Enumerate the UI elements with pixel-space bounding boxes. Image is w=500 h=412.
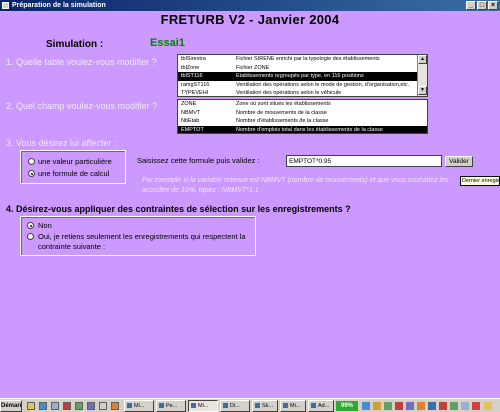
minimize-button[interactable]: _ bbox=[466, 1, 476, 10]
tray-app-icon[interactable] bbox=[472, 402, 480, 410]
table-code: ramgST116 bbox=[181, 81, 210, 88]
taskbar: Démarrer Mi... Pe... Mi... Di... Sk... M… bbox=[0, 398, 500, 412]
taskbar-window-button[interactable]: Mi... bbox=[280, 400, 306, 412]
table-description: Ventilation des opérations selon le véhi… bbox=[236, 90, 342, 96]
field-code: ZONE bbox=[181, 101, 197, 107]
tray-app-icon[interactable] bbox=[417, 402, 425, 410]
formula-input[interactable] bbox=[286, 155, 442, 167]
validate-button[interactable]: Valider bbox=[445, 156, 473, 167]
field-listbox[interactable]: ZONE Zone où sont situés les établisseme… bbox=[177, 99, 428, 134]
app-icon bbox=[2, 2, 9, 9]
tray-volume-icon[interactable] bbox=[461, 402, 469, 410]
window-titlebar[interactable]: Préparation de la simulation _ □ × bbox=[0, 0, 500, 11]
tray-app-icon[interactable] bbox=[484, 402, 492, 410]
table-description: Ventilation des opérations selon le mode… bbox=[236, 81, 410, 88]
radio-button[interactable] bbox=[28, 158, 35, 165]
field-description: Nombre d'établissements de la classe bbox=[236, 118, 329, 124]
simulation-name: Essai1 bbox=[150, 37, 185, 49]
field-row[interactable]: NBMVT Nombre de mouvements de la classe bbox=[178, 109, 427, 118]
table-row-selected[interactable]: tblST116 Etablissements regroupés par ty… bbox=[178, 72, 419, 81]
field-description: Nombre d'emplois total dans les établiss… bbox=[236, 126, 383, 133]
field-description: Nombre de mouvements de la classe bbox=[236, 109, 327, 116]
table-row[interactable]: ramgST116 Ventilation des opérations sel… bbox=[178, 81, 419, 90]
field-row[interactable]: ZONE Zone où sont situés les établisseme… bbox=[178, 100, 427, 109]
quick-launch-app-icon[interactable] bbox=[111, 402, 119, 410]
simulation-label: Simulation : bbox=[46, 39, 104, 50]
field-row-selected[interactable]: EMPTOT Nombre d'emplois total dans les é… bbox=[178, 125, 427, 133]
question-3-label: 3. Vous désirez lui affecter : bbox=[6, 138, 117, 148]
radio-button[interactable] bbox=[27, 233, 34, 240]
table-description: Fichier SIRENE enrichi par la typologie … bbox=[236, 56, 380, 62]
question-1-label: 1. Quelle table voulez-vous modifier ? bbox=[6, 57, 157, 67]
tray-app-icon[interactable] bbox=[428, 402, 436, 410]
table-listbox[interactable]: tblSirextra Fichier SIRENE enrichi par l… bbox=[177, 54, 428, 97]
taskbar-window-button[interactable]: Di... bbox=[220, 400, 250, 412]
table-code: tblST116 bbox=[181, 73, 203, 79]
app-title: FRETURB V2 - Janvier 2004 bbox=[160, 12, 340, 27]
option-label: une valeur particulière bbox=[38, 157, 112, 166]
window-title: Préparation de la simulation bbox=[12, 2, 106, 9]
quick-launch-browser-icon[interactable] bbox=[39, 402, 47, 410]
table-row[interactable]: tblZone Fichier ZONE bbox=[178, 64, 419, 73]
option-label: une formule de calcul bbox=[38, 169, 110, 178]
tray-app-icon[interactable] bbox=[373, 402, 381, 410]
option-particular-value[interactable]: une valeur particulière bbox=[28, 157, 112, 166]
field-code: NbEtab bbox=[181, 118, 200, 124]
option-label: Oui, je retiens seulement les enregistre… bbox=[38, 232, 246, 251]
taskbar-window-button[interactable]: Ad... bbox=[308, 400, 334, 412]
tray-app-icon[interactable] bbox=[450, 402, 458, 410]
taskbar-window-button[interactable]: Sk... bbox=[252, 400, 278, 412]
quick-launch-app-icon[interactable] bbox=[63, 402, 71, 410]
quick-launch-app-icon[interactable] bbox=[87, 402, 95, 410]
scroll-down-arrow-icon[interactable]: ▼ bbox=[418, 86, 427, 95]
tray-network-icon[interactable] bbox=[362, 402, 370, 410]
table-code: TYPEVEHI bbox=[181, 90, 209, 96]
quick-launch-mail-icon[interactable] bbox=[51, 402, 59, 410]
field-code: NBMVT bbox=[181, 109, 201, 116]
formula-label: Saisissez cette formule puis validez : bbox=[137, 156, 260, 165]
table-description: Fichier ZONE bbox=[236, 64, 270, 71]
table-code: tblSirextra bbox=[181, 56, 206, 62]
table-code: tblZone bbox=[181, 64, 200, 71]
table-row[interactable]: tblSirextra Fichier SIRENE enrichi par l… bbox=[178, 55, 419, 64]
taskbar-window-button[interactable]: Pe... bbox=[156, 400, 186, 412]
start-button[interactable]: Démarrer bbox=[0, 400, 22, 412]
simulation-window: Préparation de la simulation _ □ × FRETU… bbox=[0, 0, 500, 398]
quick-launch-app-icon[interactable] bbox=[75, 402, 83, 410]
quick-launch-desktop-icon[interactable] bbox=[99, 402, 107, 410]
field-row[interactable]: NbEtab Nombre d'établissements de la cla… bbox=[178, 117, 427, 126]
tray-app-icon[interactable] bbox=[406, 402, 414, 410]
tray-app-icon[interactable] bbox=[384, 402, 392, 410]
option-no-constraint[interactable]: Non bbox=[27, 221, 52, 231]
quick-launch-folder-icon[interactable] bbox=[27, 402, 35, 410]
close-button[interactable]: × bbox=[488, 1, 498, 10]
scroll-up-arrow-icon[interactable]: ▲ bbox=[418, 55, 427, 64]
constraint-option-group: Non Oui, je retiens seulement les enregi… bbox=[20, 216, 256, 256]
formula-hint: Par exemple si la variable retenue est N… bbox=[142, 177, 449, 194]
table-description: Etablissements regroupés par type, en 11… bbox=[236, 73, 364, 79]
taskbar-window-button[interactable]: Mi... bbox=[124, 400, 154, 412]
tray-app-icon[interactable] bbox=[395, 402, 403, 410]
question-4-label: 4. Désirez-vous appliquer des contrainte… bbox=[6, 204, 351, 214]
table-listbox-scrollbar[interactable]: ▲ ▼ bbox=[417, 55, 427, 96]
option-with-constraint[interactable]: Oui, je retiens seulement les enregistre… bbox=[27, 232, 252, 252]
option-formula[interactable]: une formule de calcul bbox=[28, 169, 109, 178]
tray-app-icon[interactable] bbox=[439, 402, 447, 410]
taskbar-window-button-active[interactable]: Mi... bbox=[188, 400, 218, 412]
field-description: Zone où sont situés les établissements bbox=[236, 101, 331, 107]
table-row[interactable]: TYPEVEHI Ventilation des opérations selo… bbox=[178, 89, 419, 96]
maximize-button[interactable]: □ bbox=[477, 1, 487, 10]
radio-button-selected[interactable] bbox=[27, 222, 34, 229]
question-2-label: 2. Quel champ voulez-vous modifier ? bbox=[6, 101, 158, 111]
battery-indicator[interactable]: 99% bbox=[336, 401, 358, 411]
option-label: Non bbox=[38, 221, 52, 230]
field-code: EMPTOT bbox=[181, 126, 204, 133]
radio-button-selected[interactable] bbox=[28, 170, 35, 177]
tooltip: Dernier enregistrement bbox=[460, 176, 500, 186]
assignment-option-group: une valeur particulière une formule de c… bbox=[20, 150, 126, 184]
